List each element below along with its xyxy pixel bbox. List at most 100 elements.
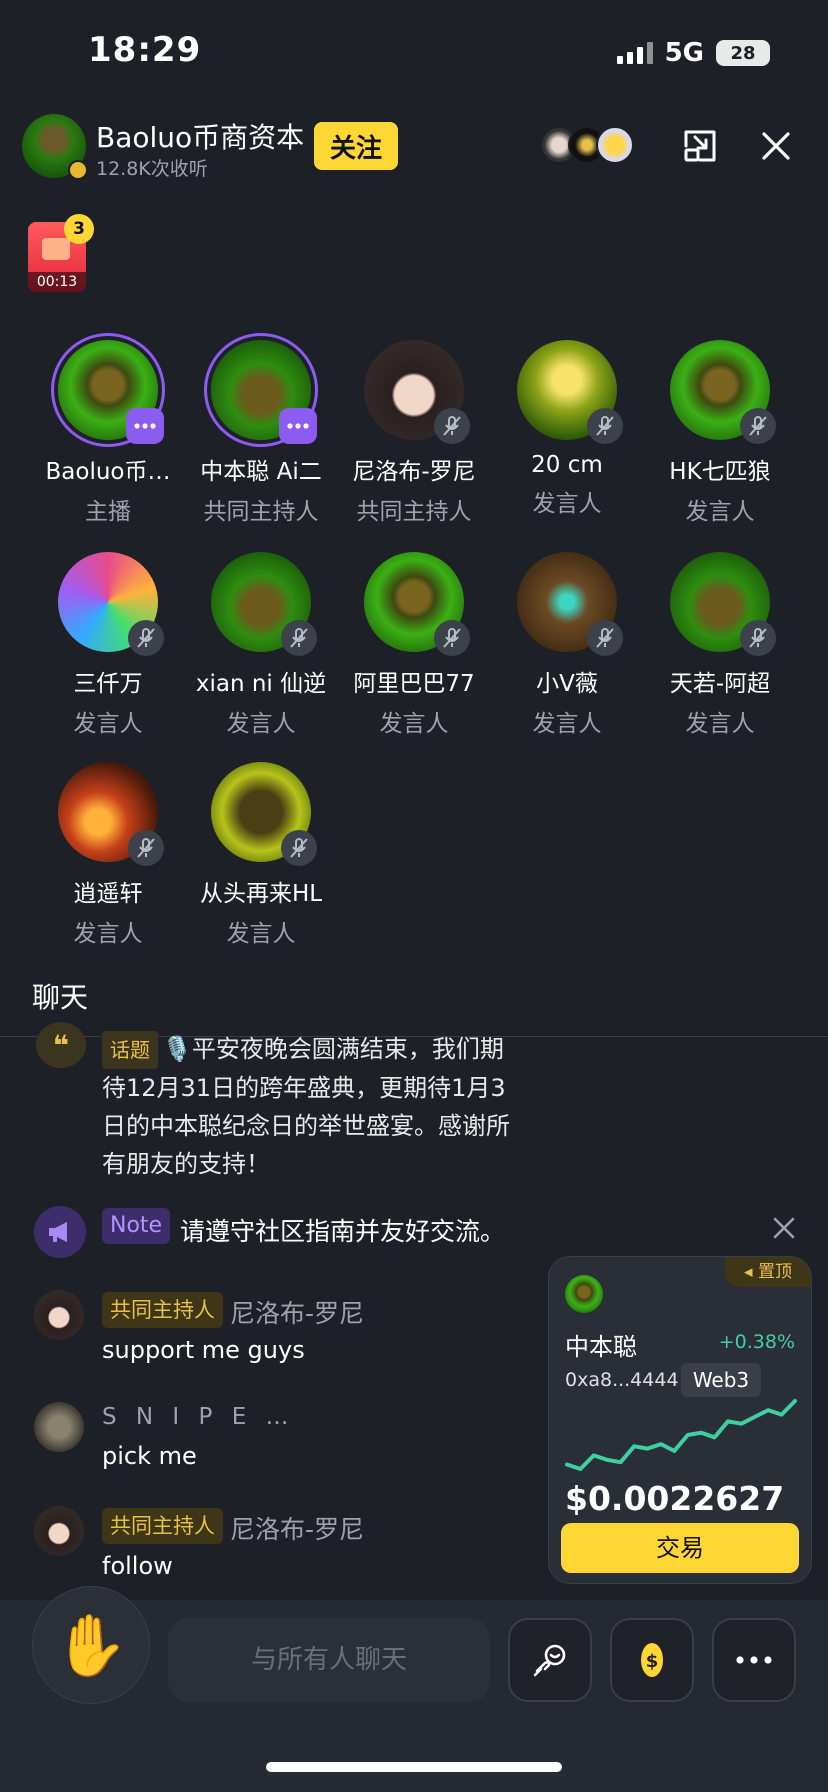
pin-icon: ◂ (744, 1262, 753, 1282)
topic-text: 🎙️平安夜晚会圆满结束，我们期待12月31日的跨年盛典，更期待1月3日的中本聪纪… (102, 1035, 510, 1178)
close-icon[interactable] (758, 128, 794, 164)
speaker-tile[interactable]: 逍遥轩 发言人 (33, 762, 183, 948)
home-indicator (266, 1762, 562, 1772)
price-sparkline (565, 1399, 797, 1471)
speaker-role: 发言人 (73, 711, 143, 737)
speaker-role: 主播 (85, 499, 131, 525)
speaker-avatar (670, 340, 776, 444)
topic-tag: 话题 (102, 1031, 158, 1069)
room-title: Baoluo币商资本 (96, 121, 305, 154)
speaker-tile[interactable]: 尼洛布-罗尼 共同主持人 (339, 340, 489, 526)
speaker-role: 发言人 (532, 711, 602, 737)
listener-avatar (596, 126, 634, 164)
speaker-tile[interactable]: xian ni 仙逆 发言人 (186, 552, 336, 738)
status-indicators: 5G 28 (616, 38, 770, 68)
speaker-role: 发言人 (73, 921, 143, 947)
pin-tag[interactable]: ◂ 置顶 (725, 1257, 811, 1287)
message-avatar[interactable] (34, 1506, 84, 1556)
status-time: 18:29 (88, 30, 202, 70)
listen-count: 12.8K次收听 (96, 158, 208, 180)
message-author[interactable]: 尼洛布-罗尼 (230, 1510, 364, 1546)
more-options-button[interactable] (712, 1618, 796, 1702)
emoji-hand-icon (533, 1644, 566, 1677)
signal-icon (616, 42, 653, 64)
close-note-icon[interactable] (770, 1214, 798, 1242)
host-avatar[interactable] (22, 114, 88, 180)
megaphone-icon (34, 1206, 86, 1258)
speaker-name: 阿里巴巴77 (353, 671, 475, 697)
more-icon[interactable] (279, 408, 317, 444)
speaker-tile[interactable]: 天若-阿超 发言人 (645, 552, 795, 738)
message-author[interactable]: S N I P E … (102, 1404, 295, 1430)
speaker-tile[interactable]: 20 cm 发言人 (492, 340, 642, 518)
message-text: follow (102, 1552, 173, 1580)
speaker-name: 从头再来HL (199, 881, 323, 907)
token-address[interactable]: 0xa8...4444 (565, 1369, 679, 1391)
speaker-name: HK七匹狼 (669, 459, 771, 485)
speaker-role: 发言人 (226, 921, 296, 947)
speaker-tile[interactable]: 小V薇 发言人 (492, 552, 642, 738)
speaker-tile[interactable]: 阿里巴巴77 发言人 (339, 552, 489, 738)
trade-button[interactable]: 交易 (561, 1523, 799, 1573)
reaction-button[interactable] (508, 1618, 592, 1702)
follow-button[interactable]: 关注 (314, 122, 398, 170)
speaker-name: xian ni 仙逆 (195, 671, 327, 697)
token-avatar (565, 1275, 603, 1313)
mic-muted-icon (587, 408, 623, 444)
note-tag: Note (102, 1208, 171, 1244)
recording-time: 00:13 (28, 272, 86, 292)
topic-message: 话题 🎙️平安夜晚会圆满结束，我们期待12月31日的跨年盛典，更期待1月3日的中本… (102, 1030, 522, 1183)
mic-muted-icon (128, 620, 164, 656)
mic-muted-icon (587, 620, 623, 656)
message-avatar[interactable] (34, 1290, 84, 1340)
speaker-role: 发言人 (532, 491, 602, 517)
speaker-tile[interactable]: 三仟万 发言人 (33, 552, 183, 738)
speaker-avatar (58, 762, 164, 866)
more-icon[interactable] (126, 408, 164, 444)
recording-badge: 3 (64, 214, 94, 244)
speaker-role: 发言人 (685, 499, 755, 525)
speaker-tile[interactable]: 中本聪 Ai二 共同主持人 (186, 340, 336, 526)
raise-hand-button[interactable]: ✋ (32, 1586, 150, 1704)
recording-card[interactable]: 00:13 3 (28, 214, 94, 292)
tip-button[interactable]: $ (610, 1618, 694, 1702)
message-text: support me guys (102, 1336, 305, 1364)
speaker-avatar (58, 552, 164, 656)
verified-icon (68, 160, 88, 180)
chat-input[interactable]: 与所有人聊天 (168, 1618, 490, 1702)
mic-muted-icon (281, 830, 317, 866)
speaker-tile[interactable]: HK七匹狼 发言人 (645, 340, 795, 526)
listener-avatars[interactable] (540, 126, 634, 164)
token-card[interactable]: ◂ 置顶 中本聪 +0.38% 0xa8...4444 Web3 $0.0022… (548, 1256, 812, 1584)
speaker-avatar (364, 340, 470, 444)
speaker-role: 发言人 (685, 711, 755, 737)
speaker-avatar (364, 552, 470, 656)
speaker-name: 逍遥轩 (73, 881, 143, 907)
speaker-tile[interactable]: Baoluo币… 主播 (33, 340, 183, 526)
speaker-avatar (211, 552, 317, 656)
mic-muted-icon (128, 830, 164, 866)
minimize-icon[interactable] (680, 126, 720, 166)
speaker-avatar (670, 552, 776, 656)
gift-icon (42, 238, 70, 260)
hand-icon: ✋ (53, 1610, 129, 1681)
message-avatar[interactable] (34, 1402, 84, 1452)
pin-label: 置顶 (757, 1262, 792, 1282)
speaker-role: 发言人 (226, 711, 296, 737)
token-chain-badge: Web3 (681, 1363, 761, 1397)
mic-muted-icon (434, 408, 470, 444)
message-author[interactable]: 尼洛布-罗尼 (230, 1294, 364, 1330)
coin-icon: $ (641, 1643, 663, 1677)
cohost-tag: 共同主持人 (102, 1508, 223, 1544)
speaker-avatar (517, 552, 623, 656)
speaker-role: 发言人 (379, 711, 449, 737)
speaker-avatar (211, 340, 317, 444)
speaker-tile[interactable]: 从头再来HL 发言人 (186, 762, 336, 948)
mic-muted-icon (434, 620, 470, 656)
note-text: 请遵守社区指南并友好交流。 (180, 1217, 506, 1246)
token-name: 中本聪 (565, 1333, 637, 1361)
network-type: 5G (664, 38, 704, 68)
svg-text:$: $ (646, 1651, 659, 1672)
token-change: +0.38% (718, 1331, 795, 1353)
chat-section-title: 聊天 (32, 981, 89, 1014)
